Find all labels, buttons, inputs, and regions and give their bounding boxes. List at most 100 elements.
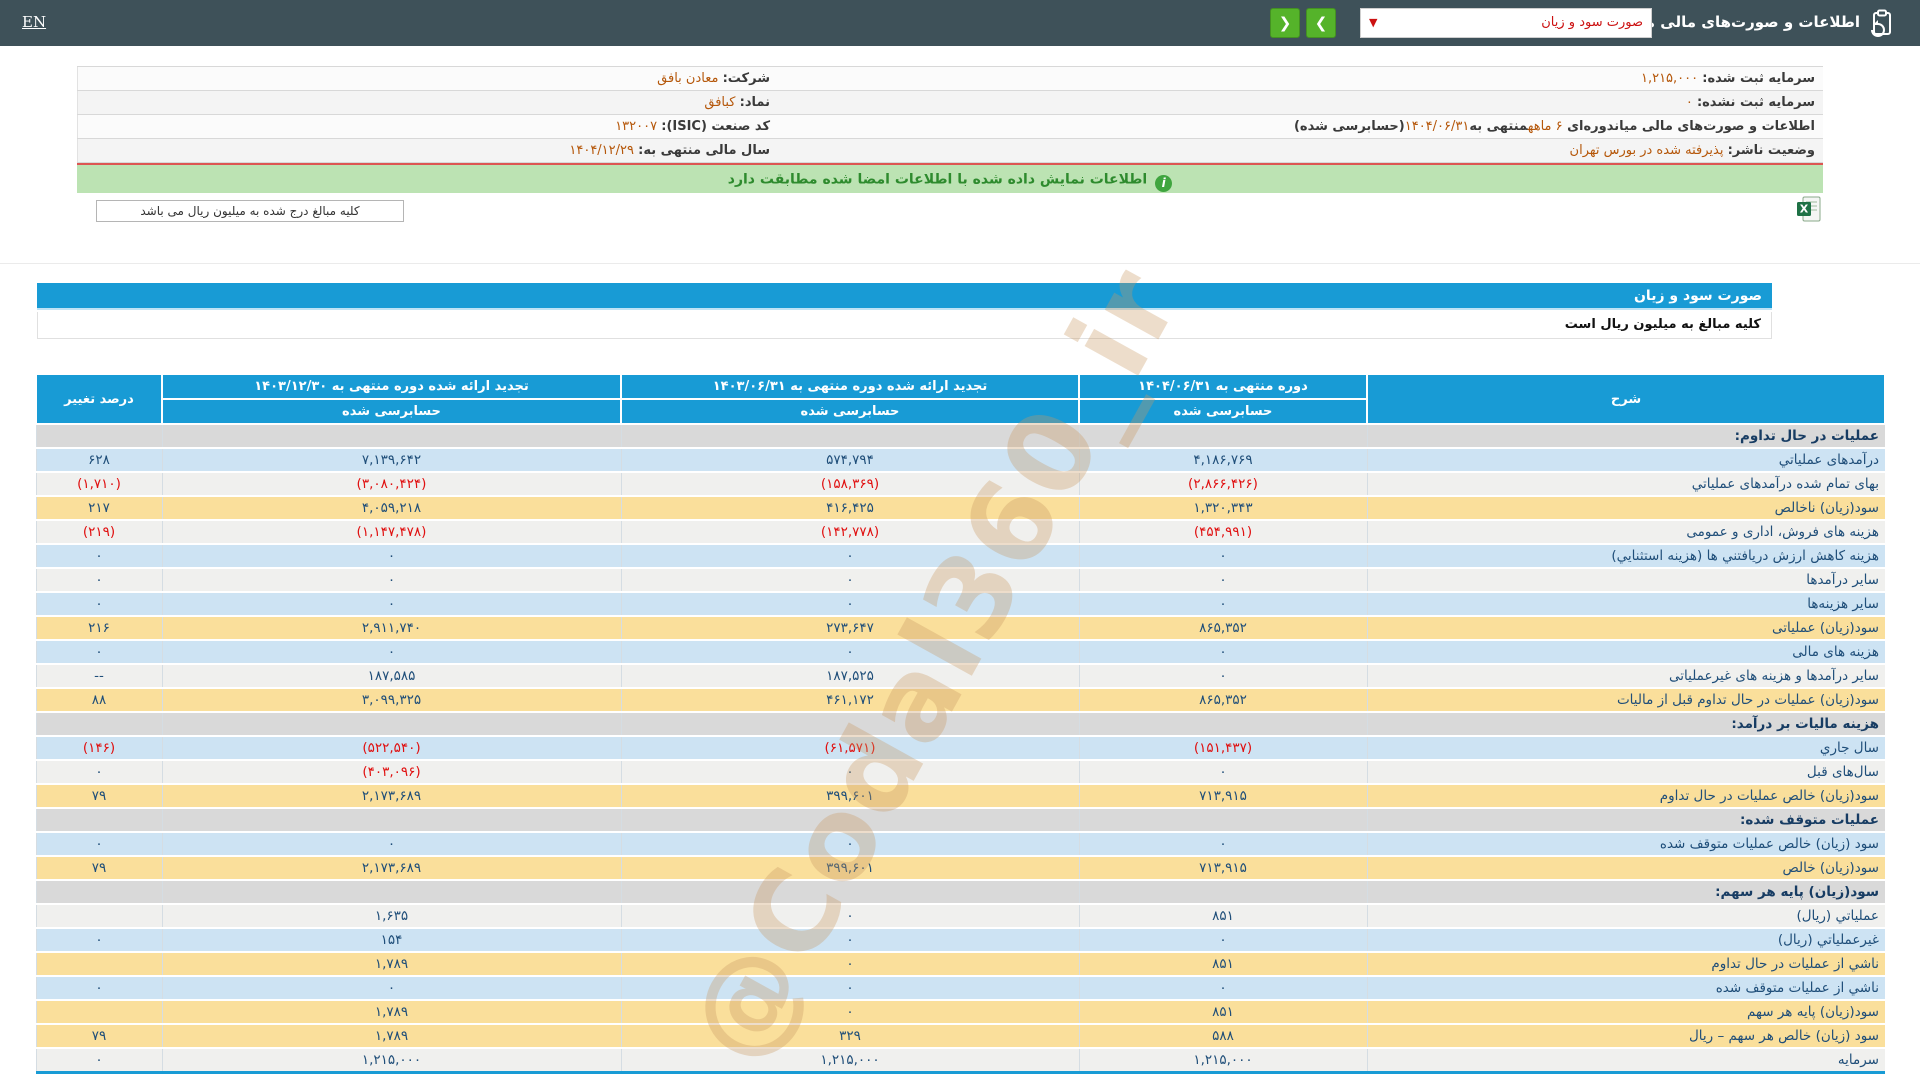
- row-value: ۰: [620, 904, 1079, 929]
- row-value: [161, 712, 621, 737]
- row-value: ۰: [35, 640, 162, 665]
- period-date: ۱۴۰۴/۰۶/۳۱: [1404, 119, 1470, 134]
- row-value: (۵۲۲,۵۴۰): [161, 736, 621, 761]
- table-row: هزینه های فروش، اداری و عمومی (۴۵۴,۹۹۱) (۱…: [35, 520, 1885, 545]
- row-label: سرمایه: [1366, 1048, 1885, 1073]
- section-header-row: عملیات متوقف شده:: [35, 808, 1885, 833]
- pl-table-body: عملیات در حال تداوم: درآمدهای عملیاتي ۴,۱۸…: [35, 424, 1885, 1073]
- table-row: سایر هزینه‌ها ۰ ۰ ۰ ۰: [35, 592, 1885, 617]
- row-value: ۸۵۱: [1078, 904, 1367, 929]
- info-row-symbol: نماد: کبافق سرمایه ثبت نشده: ۰: [77, 91, 1823, 115]
- row-label: سود (زیان) خالص هر سهم – ریال: [1366, 1024, 1885, 1049]
- section-divider: [0, 263, 1920, 264]
- row-value: ۳۹۹,۶۰۱: [620, 856, 1079, 881]
- row-value: (۲,۸۶۶,۴۲۶): [1078, 472, 1367, 497]
- row-value: [1078, 424, 1367, 449]
- signature-match-banner: i اطلاعات نمایش داده شده با اطلاعات امضا …: [77, 165, 1823, 193]
- table-row: سود (زیان) خالص هر سهم – ریال ۵۸۸ ۳۲۹ ۱,۷۸۹…: [35, 1024, 1885, 1049]
- row-value: ۰: [620, 928, 1079, 953]
- row-value: ۱,۷۸۹: [161, 1000, 621, 1025]
- row-value: ۴۶۱,۱۷۲: [620, 688, 1079, 713]
- row-value: [161, 424, 621, 449]
- signature-match-text: اطلاعات نمایش داده شده با اطلاعات امضا ش…: [727, 171, 1148, 188]
- next-statement-button[interactable]: ❯: [1306, 8, 1336, 38]
- row-value: [35, 424, 162, 449]
- table-row: سال‌های قبل ۰ ۰ (۴۰۳,۰۹۶) ۰: [35, 760, 1885, 785]
- table-row: بهای تمام شده درآمدهای عملیاتي (۲,۸۶۶,۴۲۶…: [35, 472, 1885, 497]
- row-label: سایر هزینه‌ها: [1366, 592, 1885, 617]
- row-value: [1078, 880, 1367, 905]
- company-value: معادن بافق: [657, 71, 719, 86]
- unregistered-capital-value: ۰: [1685, 95, 1693, 110]
- row-label: عملیات متوقف شده:: [1366, 808, 1885, 833]
- table-row: عملیاتي (ریال) ۸۵۱ ۰ ۱,۶۳۵: [35, 904, 1885, 929]
- table-row: سود(زیان) پایه هر سهم ۸۵۱ ۰ ۱,۷۸۹: [35, 1000, 1885, 1025]
- report-clipboard-icon: [1868, 9, 1896, 37]
- row-value: ۲۱۶: [35, 616, 162, 641]
- row-label: عملیاتي (ریال): [1366, 904, 1885, 929]
- isic-label: کد صنعت (ISIC):: [661, 119, 770, 134]
- period-audited-text: (حسابرسی شده): [1293, 119, 1405, 134]
- header-description: شرح: [1366, 373, 1886, 425]
- language-switch-en[interactable]: EN: [22, 13, 46, 31]
- row-value: ۱۸۷,۵۲۵: [620, 664, 1079, 689]
- amounts-unit-note: کلیه مبالغ درج شده به میلیون ریال می باش…: [96, 200, 404, 222]
- section-header-row: عملیات در حال تداوم:: [35, 424, 1885, 449]
- row-value: (۱۵۸,۳۶۹): [620, 472, 1079, 497]
- row-label: سود(زیان) عملیات در حال تداوم قبل از مال…: [1366, 688, 1885, 713]
- row-value: [620, 808, 1079, 833]
- info-row-company: شرکت: معادن بافق سرمایه ثبت شده: ۱,۲۱۵,۰…: [77, 67, 1823, 91]
- row-label: سود(زیان) ناخالص: [1366, 496, 1885, 521]
- row-value: (۱۴۲,۷۷۸): [620, 520, 1079, 545]
- row-value: ۰: [620, 1000, 1079, 1025]
- table-row: سود(زیان) خالص عملیات در حال تداوم ۷۱۳,۹۱…: [35, 784, 1885, 809]
- row-label: هزینه های فروش، اداری و عمومی: [1366, 520, 1885, 545]
- row-value: (۶۱,۵۷۱): [620, 736, 1079, 761]
- row-value: ۰: [161, 976, 621, 1001]
- row-value: [620, 712, 1079, 737]
- row-value: (۱,۱۴۷,۴۷۸): [161, 520, 621, 545]
- period-months: ۶ ماهه: [1527, 119, 1563, 134]
- row-label: سایر درآمدها: [1366, 568, 1885, 593]
- row-value: ۳۹۹,۶۰۱: [620, 784, 1079, 809]
- statement-title-bar: صورت سود و زیان: [37, 283, 1772, 310]
- profit-loss-table: شرح دوره منتهی به ۱۴۰۴/۰۶/۳۱ تجدید ارائه…: [35, 373, 1886, 1074]
- export-excel-icon[interactable]: X: [1797, 196, 1821, 222]
- fiscal-year-value: ۱۴۰۴/۱۲/۲۹: [569, 143, 634, 158]
- statement-select-dropdown[interactable]: صورت سود و زیان ▼: [1360, 8, 1652, 38]
- table-row: سال جاري (۱۵۱,۴۳۷) (۶۱,۵۷۱) (۵۲۲,۵۴۰) (۱۴۶): [35, 736, 1885, 761]
- row-value: [35, 880, 162, 905]
- header-audited-1: حسابرسی شده: [1078, 398, 1368, 425]
- issuer-status-label: وضعیت ناشر:: [1727, 143, 1815, 158]
- row-value: ۵۸۸: [1078, 1024, 1367, 1049]
- row-value: [35, 808, 162, 833]
- row-value: ۸۵۱: [1078, 1000, 1367, 1025]
- row-label: عملیات در حال تداوم:: [1366, 424, 1885, 449]
- table-row: سود (زیان) خالص عملیات متوقف شده ۰ ۰ ۰ ۰: [35, 832, 1885, 857]
- period-text: اطلاعات و صورت‌های مالی میاندوره‌ای: [1562, 119, 1815, 134]
- section-header-row: هزینه مالیات بر درآمد:: [35, 712, 1885, 737]
- row-value: ۰: [620, 952, 1079, 977]
- header-current-period: دوره منتهی به ۱۴۰۴/۰۶/۳۱: [1078, 373, 1368, 400]
- header-audited-2: حسابرسی شده: [620, 398, 1080, 425]
- row-value: (۱,۷۱۰): [35, 472, 162, 497]
- svg-text:X: X: [1800, 203, 1809, 216]
- row-value: ۲,۱۷۳,۶۸۹: [161, 784, 621, 809]
- row-value: ۱,۳۲۰,۳۴۳: [1078, 496, 1367, 521]
- row-label: سود(زیان) پایه هر سهم: [1366, 1000, 1885, 1025]
- row-label: هزینه کاهش ارزش دریافتني ها (هزینه استثن…: [1366, 544, 1885, 569]
- row-value: ۰: [1078, 592, 1367, 617]
- row-value: ۰: [35, 976, 162, 1001]
- table-row: هزینه کاهش ارزش دریافتني ها (هزینه استثن…: [35, 544, 1885, 569]
- row-value: ۰: [1078, 544, 1367, 569]
- row-value: ۸۵۱: [1078, 952, 1367, 977]
- row-value: ۰: [35, 928, 162, 953]
- row-value: (۱۵۱,۴۳۷): [1078, 736, 1367, 761]
- row-label: سود(زیان) پایه هر سهم:: [1366, 880, 1885, 905]
- row-value: [35, 712, 162, 737]
- previous-statement-button[interactable]: ❮: [1270, 8, 1300, 38]
- row-value: ۶۲۸: [35, 448, 162, 473]
- isic-value: ۱۳۲۰۰۷: [615, 119, 658, 134]
- row-value: ۳,۰۹۹,۳۲۵: [161, 688, 621, 713]
- codal-report-page: EN اطلاعات و صورت‌های مالی میاندوره‌ای ص…: [0, 0, 1920, 1080]
